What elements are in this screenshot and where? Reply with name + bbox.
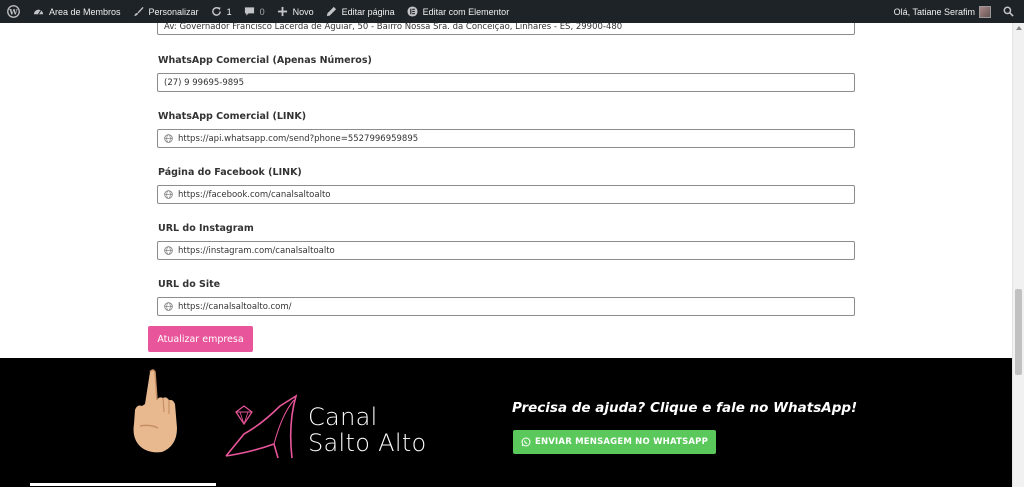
site-url-field[interactable]: https://canalsaltoalto.com/ — [157, 297, 855, 316]
site-url-value: https://canalsaltoalto.com/ — [178, 301, 292, 312]
company-form: Av: Governador Francisco Lacerda de Agui… — [0, 18, 1012, 358]
wordpress-logo-button[interactable]: W — [0, 0, 27, 23]
new-label: Novo — [292, 6, 314, 17]
edit-page-link[interactable]: Editar página — [320, 0, 401, 23]
pointing-hand-icon — [133, 369, 177, 453]
plus-icon — [277, 6, 287, 17]
brush-icon — [133, 6, 144, 17]
whatsapp-button-label: ENVIAR MENSAGEM NO WHATSAPP — [534, 437, 709, 447]
site-name-link[interactable]: Area de Membros — [27, 0, 127, 23]
customize-link[interactable]: Personalizar — [127, 0, 205, 23]
elementor-label: Editar com Elementor — [422, 6, 510, 17]
logo-line-2: Salto Alto — [308, 429, 427, 457]
whatsapp-link-field[interactable]: https://api.whatsapp.com/send?phone=5527… — [157, 129, 855, 148]
logo-wordmark: Canal Salto Alto — [308, 404, 427, 456]
whatsapp-link-label: WhatsApp Comercial (LINK) — [158, 111, 307, 122]
comments-count: 0 — [259, 6, 265, 17]
svg-text:W: W — [8, 7, 18, 16]
instagram-value: https://instagram.com/canalsaltoalto — [178, 245, 335, 256]
search-button[interactable] — [997, 0, 1024, 23]
scroll-up-arrow-icon[interactable] — [1016, 26, 1022, 30]
whatsapp-label: WhatsApp Comercial (Apenas Números) — [158, 55, 372, 66]
new-content-link[interactable]: Novo — [271, 0, 320, 23]
whatsapp-button[interactable]: ENVIAR MENSAGEM NO WHATSAPP — [513, 430, 716, 454]
scroll-thumb[interactable] — [1015, 289, 1022, 375]
user-account-menu[interactable]: Olá, Tatiane Serafim — [888, 0, 997, 23]
help-text: Precisa de ajuda? Clique e fale no Whats… — [512, 400, 858, 416]
updates-link[interactable]: 1 — [205, 0, 238, 23]
whatsapp-field[interactable]: (27) 9 99695-9895 — [157, 73, 855, 92]
updates-count: 1 — [226, 6, 232, 17]
search-icon — [1003, 6, 1014, 17]
avatar — [979, 5, 991, 18]
whatsapp-link-value: https://api.whatsapp.com/send?phone=5527… — [178, 133, 419, 144]
address-value: Av: Governador Francisco Lacerda de Agui… — [164, 21, 623, 32]
facebook-field[interactable]: https://facebook.com/canalsaltoalto — [157, 185, 855, 204]
pencil-icon — [326, 6, 336, 17]
globe-icon — [164, 246, 173, 255]
canal-salto-alto-logo-icon — [225, 394, 298, 459]
globe-icon — [164, 190, 173, 199]
site-name-label: Area de Membros — [49, 6, 121, 17]
footer: Canal Salto Alto Precisa de ajuda? Cliqu… — [0, 358, 1012, 487]
elementor-edit-link[interactable]: Editar com Elementor — [401, 0, 516, 23]
bottom-divider — [30, 483, 216, 486]
instagram-field[interactable]: https://instagram.com/canalsaltoalto — [157, 241, 855, 260]
admin-bar: W Area de Membros Personalizar 1 0 Novo … — [0, 0, 1024, 23]
whatsapp-icon — [521, 437, 531, 447]
comments-link[interactable]: 0 — [238, 0, 271, 23]
facebook-value: https://facebook.com/canalsaltoalto — [178, 189, 331, 200]
site-url-label: URL do Site — [158, 279, 221, 290]
user-greeting: Olá, Tatiane Serafim — [893, 6, 975, 17]
globe-icon — [164, 302, 173, 311]
facebook-label: Página do Facebook (LINK) — [158, 167, 302, 178]
logo-line-1: Canal — [308, 403, 378, 431]
instagram-label: URL do Instagram — [158, 223, 254, 234]
whatsapp-value: (27) 9 99695-9895 — [164, 77, 244, 88]
wordpress-icon: W — [7, 5, 20, 18]
customize-label: Personalizar — [148, 6, 199, 17]
page-scrollbar[interactable] — [1012, 23, 1024, 487]
update-company-button[interactable]: Atualizar empresa — [148, 326, 253, 352]
refresh-icon — [211, 7, 221, 16]
comment-icon — [244, 7, 254, 16]
elementor-icon — [407, 6, 418, 17]
dashboard-icon — [33, 9, 44, 15]
edit-page-label: Editar página — [341, 6, 395, 17]
globe-icon — [164, 134, 173, 143]
